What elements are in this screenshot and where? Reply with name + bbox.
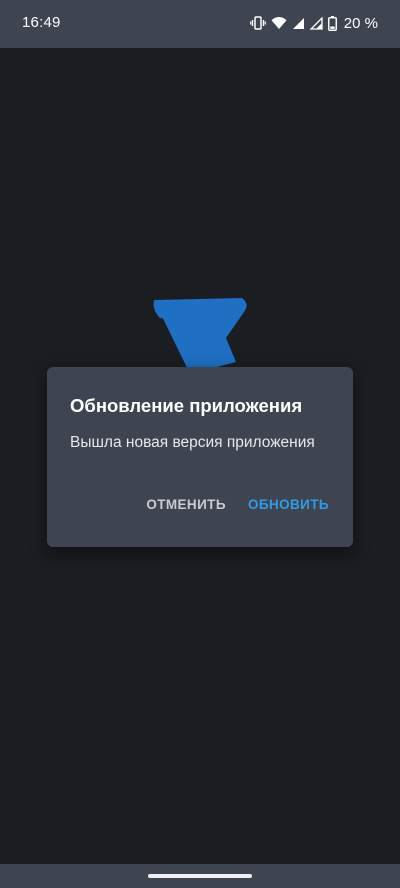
cell-signal-icon [309,16,323,30]
vibrate-icon [249,16,266,30]
battery-icon [327,15,337,31]
status-icons: 20 % [249,12,378,34]
dialog-message: Вышла новая версия приложения [70,434,315,451]
status-bar: 16:49 20 % [0,0,400,48]
gesture-handle[interactable] [148,874,252,878]
cancel-button[interactable]: ОТМЕНИТЬ [140,491,232,518]
update-button[interactable]: ОБНОВИТЬ [242,491,335,518]
update-dialog: Обновление приложения Вышла новая версия… [47,367,353,547]
screen: 16:49 20 % Обновление приложения Вышла н… [0,0,400,888]
cell-signal-icon [292,17,305,30]
status-time: 16:49 [22,14,61,31]
dialog-title: Обновление приложения [70,395,303,416]
battery-percent: 20 % [343,14,378,32]
dialog-actions: ОТМЕНИТЬ ОБНОВИТЬ [140,491,335,518]
navigation-bar [0,864,400,888]
wifi-icon [271,16,287,30]
